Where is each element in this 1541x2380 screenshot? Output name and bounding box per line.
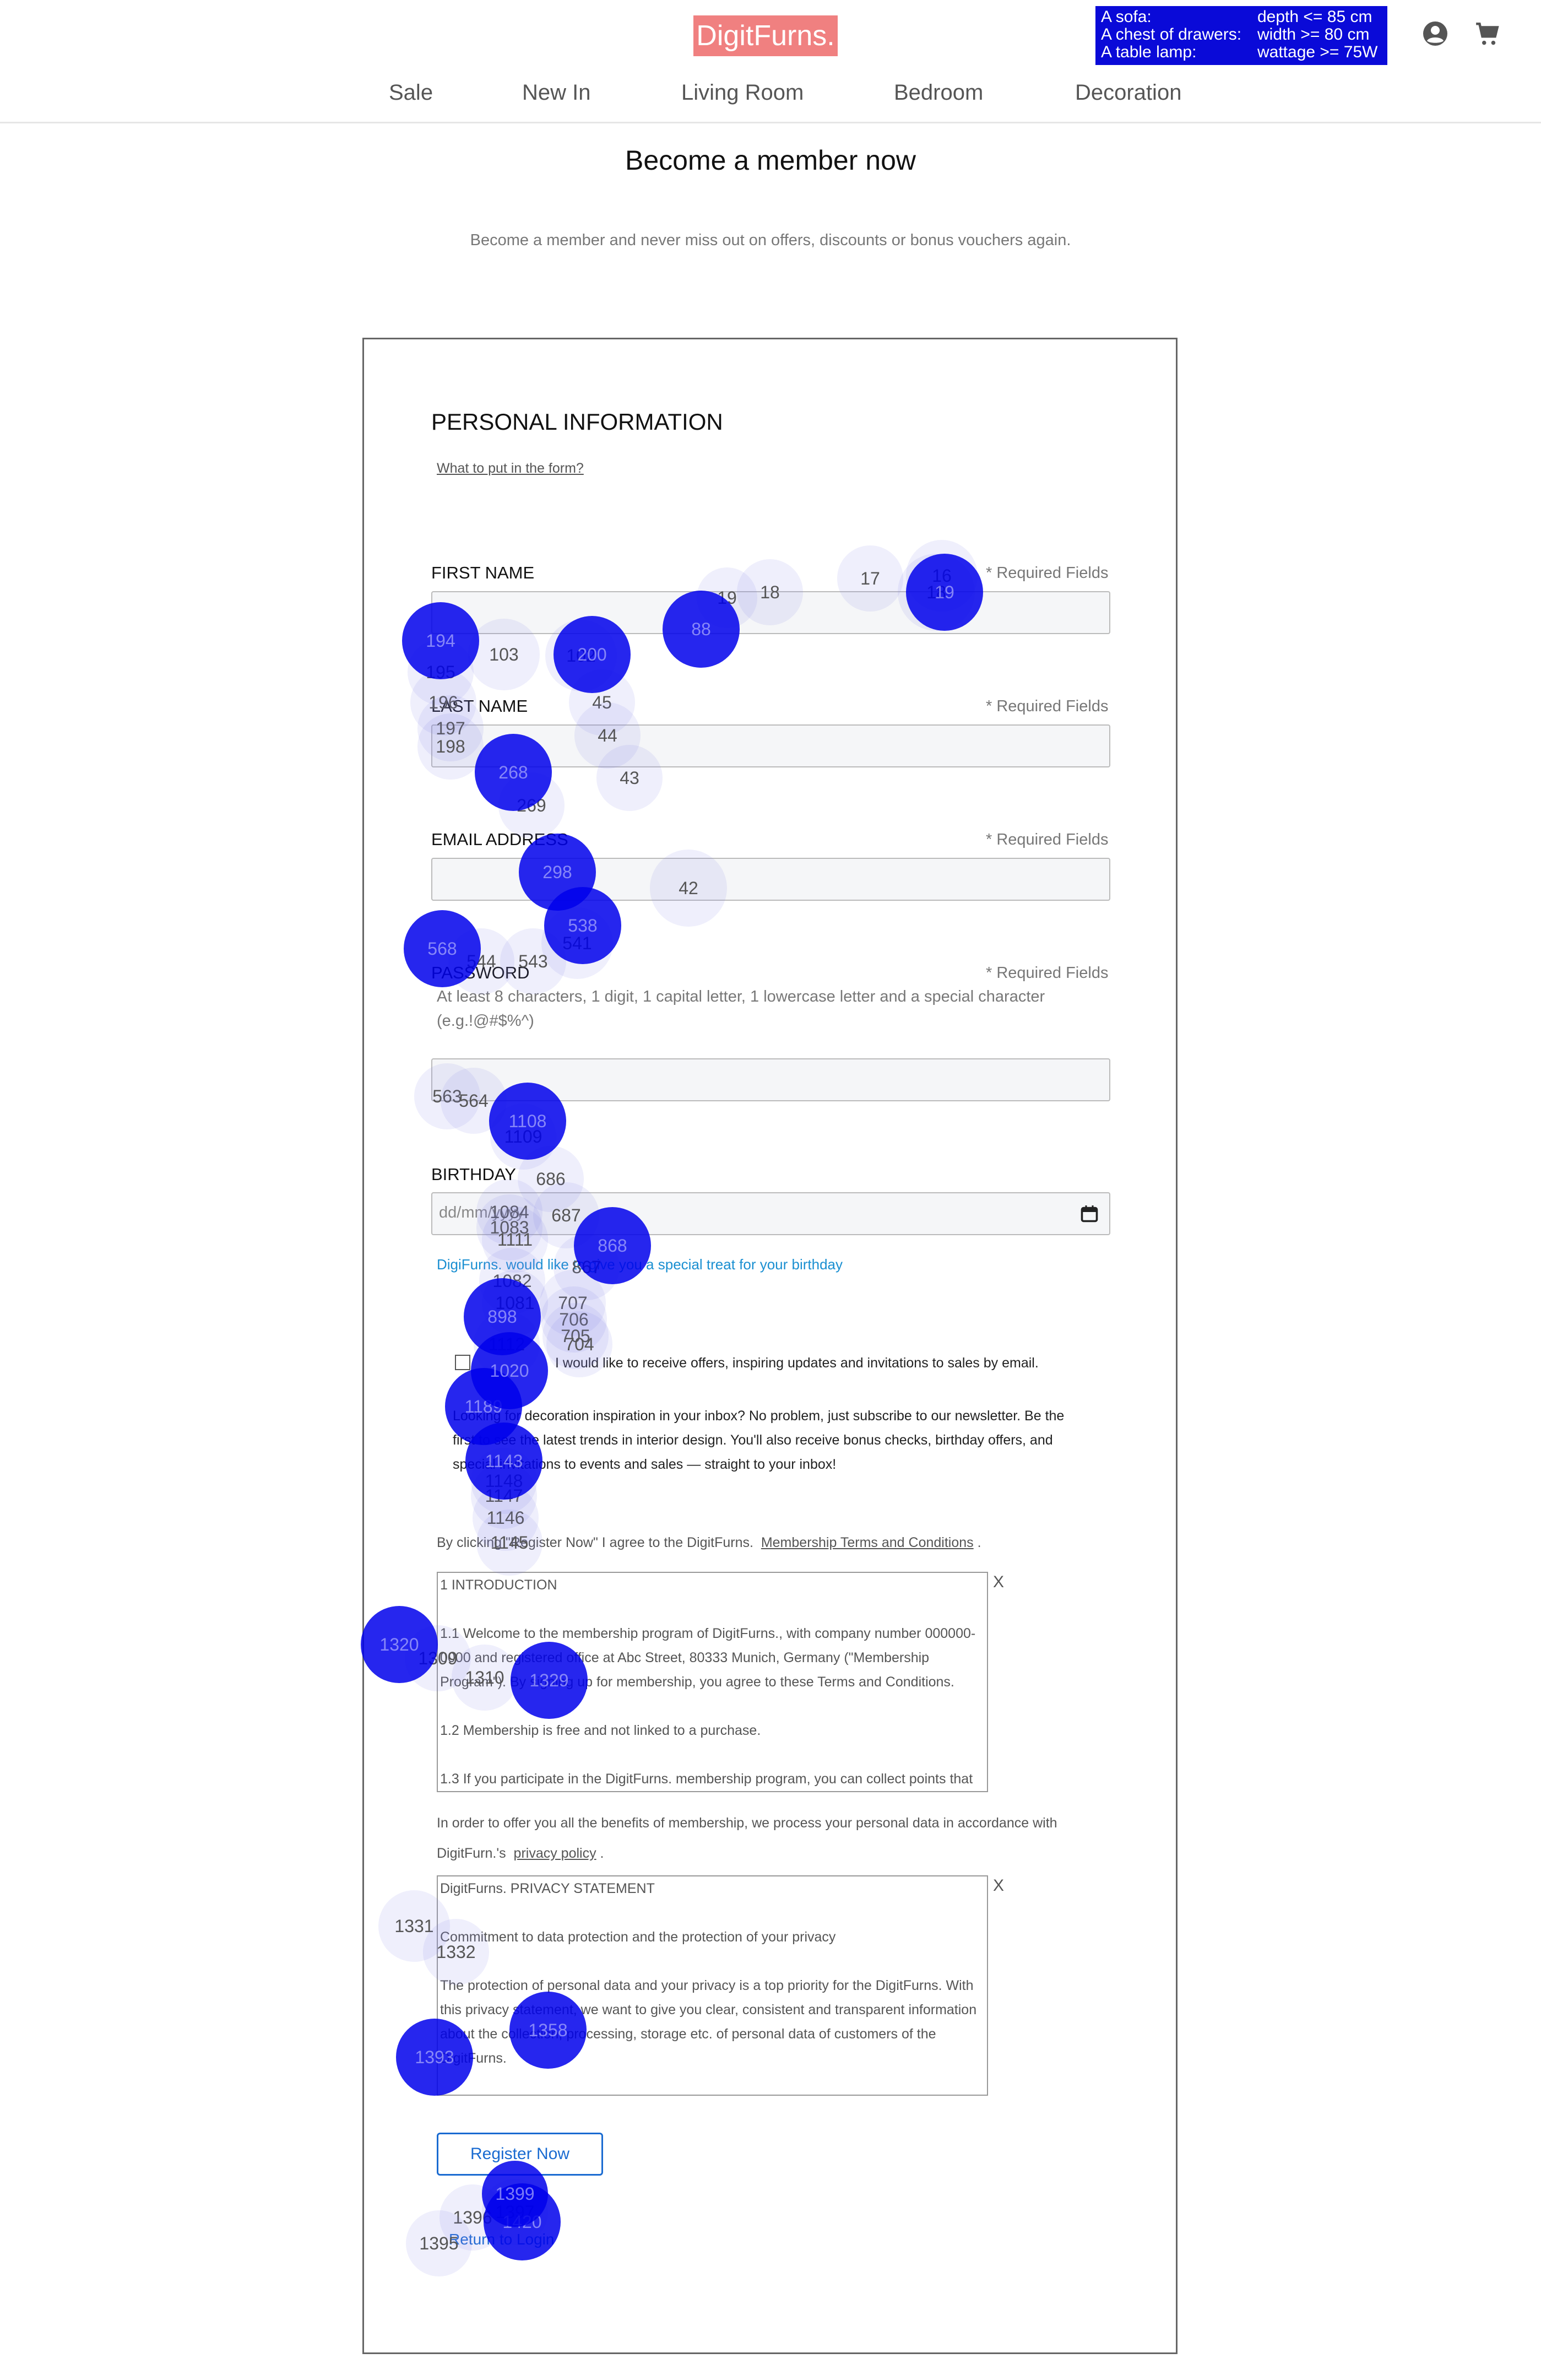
requirement-rule: width >= 80 cm xyxy=(1257,25,1370,44)
requirement-row: A table lamp: wattage >= 75W xyxy=(1101,44,1382,61)
terms-scrollbox[interactable]: 1 INTRODUCTION 1.1 Welcome to the member… xyxy=(437,1572,988,1792)
nav-divider xyxy=(0,122,1541,123)
terms-intro-text: By clicking "Register Now" I agree to th… xyxy=(437,1535,753,1550)
email-input[interactable] xyxy=(431,858,1110,901)
password-label: PASSWORD xyxy=(431,963,530,982)
register-now-button[interactable]: Register Now xyxy=(437,2133,603,2176)
privacy-close-button[interactable]: X xyxy=(993,1876,1004,1895)
nav-decoration[interactable]: Decoration xyxy=(1075,80,1181,105)
requirement-row: A chest of drawers: width >= 80 cm xyxy=(1101,26,1382,44)
terms-spacer xyxy=(440,1694,985,1718)
required-note: * Required Fields xyxy=(986,831,1109,848)
birthday-input[interactable] xyxy=(431,1192,1110,1235)
terms-line: 1.2 Membership is free and not linked to… xyxy=(440,1723,761,1738)
required-note: * Required Fields xyxy=(986,964,1109,982)
requirement-row: A sofa: depth <= 85 cm xyxy=(1101,8,1382,26)
required-note: * Required Fields xyxy=(986,697,1109,715)
requirement-item: A table lamp: xyxy=(1101,43,1197,61)
privacy-line: Commitment to data protection and the pr… xyxy=(440,1929,836,1945)
terms-spacer xyxy=(440,1743,985,1767)
terms-intro: By clicking "Register Now" I agree to th… xyxy=(437,1535,981,1550)
birthday-label: BIRTHDAY xyxy=(431,1165,516,1184)
requirement-item: A chest of drawers: xyxy=(1101,25,1242,44)
shopping-cart-icon[interactable] xyxy=(1474,20,1501,48)
privacy-spacer xyxy=(440,1949,985,1973)
task-requirements-box: A sofa: depth <= 85 cm A chest of drawers… xyxy=(1095,6,1387,65)
account-circle-icon[interactable] xyxy=(1422,20,1448,47)
requirement-item: A sofa: xyxy=(1101,8,1152,26)
terms-link[interactable]: Membership Terms and Conditions xyxy=(761,1535,974,1550)
requirement-rule: wattage >= 75W xyxy=(1257,43,1378,61)
form-help-link[interactable]: What to put in the form? xyxy=(437,461,584,477)
birthday-note: DigiFurns. would like to give you a spec… xyxy=(437,1256,843,1273)
newsletter-description: Looking for decoration inspiration in yo… xyxy=(453,1408,1065,1472)
page-subtitle: Become a member and never miss out on of… xyxy=(470,231,1071,249)
privacy-scrollbox[interactable]: DigitFurns. PRIVACY STATEMENT Commitment… xyxy=(437,1875,988,2096)
return-to-login-link[interactable]: Return to Login xyxy=(449,2231,554,2248)
required-note: * Required Fields xyxy=(986,564,1109,582)
nav-new-in[interactable]: New In xyxy=(522,80,591,105)
section-title: PERSONAL INFORMATION xyxy=(431,409,723,435)
terms-line: 1.3 If you participate in the DigitFurns… xyxy=(440,1771,973,1787)
privacy-line: The protection of personal data and your… xyxy=(440,1978,977,2066)
email-label: EMAIL ADDRESS xyxy=(431,830,568,849)
nav-living-room[interactable]: Living Room xyxy=(681,80,804,105)
nav-sale[interactable]: Sale xyxy=(389,80,433,105)
privacy-intro: In order to offer you all the benefits o… xyxy=(437,1815,1057,1861)
calendar-icon[interactable] xyxy=(1079,1204,1099,1224)
page-title: Become a member now xyxy=(625,145,916,176)
last-name-input[interactable] xyxy=(431,724,1110,767)
privacy-line: DigitFurns. PRIVACY STATEMENT xyxy=(440,1881,655,1896)
requirement-rule: depth <= 85 cm xyxy=(1257,8,1372,26)
last-name-label: LAST NAME xyxy=(431,696,528,716)
birthday-placeholder: dd/mm/yyyy xyxy=(439,1204,524,1221)
email-optin-checkbox[interactable] xyxy=(455,1355,470,1370)
terms-line: 1.1 Welcome to the membership program of… xyxy=(440,1626,976,1690)
terms-spacer xyxy=(440,1597,985,1621)
first-name-label: FIRST NAME xyxy=(431,563,535,582)
terms-close-button[interactable]: X xyxy=(993,1573,1004,1592)
password-input[interactable] xyxy=(431,1058,1110,1101)
nav-bedroom[interactable]: Bedroom xyxy=(894,80,983,105)
first-name-input[interactable] xyxy=(431,591,1110,634)
privacy-spacer xyxy=(440,1901,985,1925)
terms-line: 1 INTRODUCTION xyxy=(440,1577,557,1593)
password-hint: At least 8 characters, 1 digit, 1 capita… xyxy=(437,988,1045,1030)
privacy-policy-link[interactable]: privacy policy xyxy=(514,1846,596,1861)
site-logo[interactable]: DigitFurns. xyxy=(693,15,838,56)
email-optin-label: I would like to receive offers, inspirin… xyxy=(555,1355,1039,1371)
